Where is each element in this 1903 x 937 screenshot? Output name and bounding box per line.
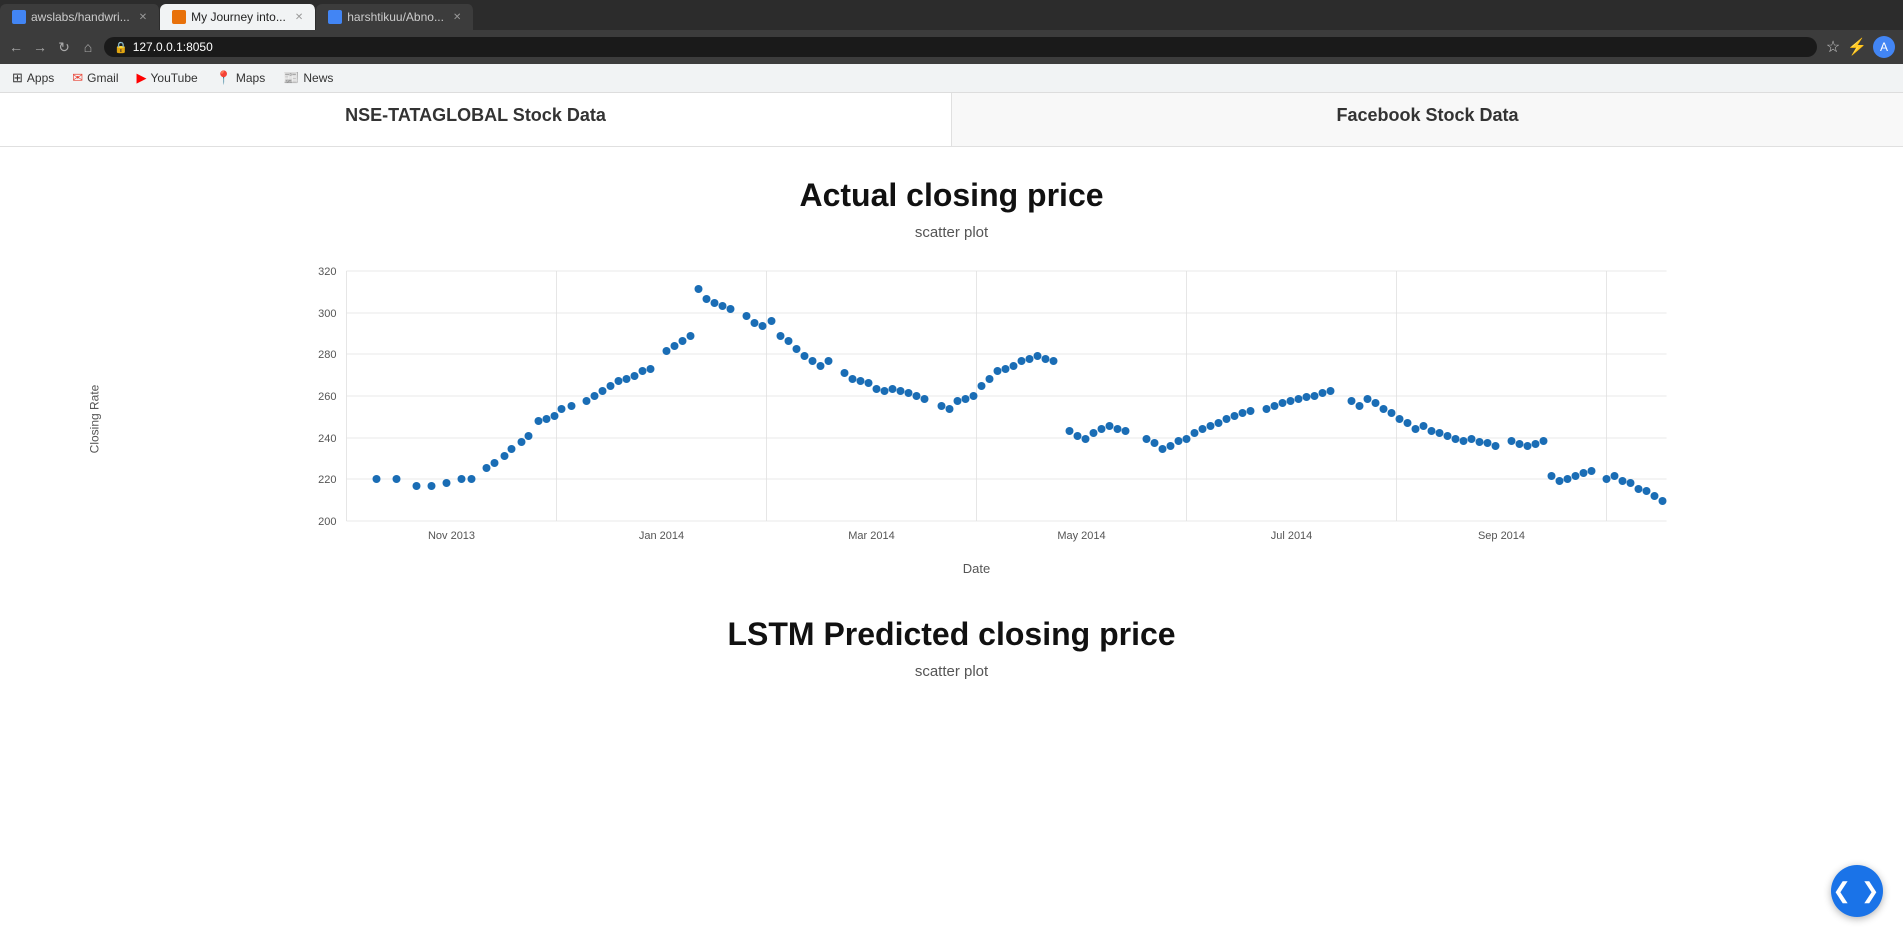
chart-wrapper: Closing Rate bbox=[60, 261, 1843, 576]
maps-icon: 📍 bbox=[216, 70, 232, 86]
nav-right-label: Facebook Stock Data bbox=[1336, 105, 1518, 126]
tab-close-awslabs[interactable]: ✕ bbox=[139, 12, 147, 23]
main-content: Actual closing price scatter plot Closin… bbox=[0, 147, 1903, 730]
svg-text:220: 220 bbox=[318, 474, 336, 486]
section1-title: Actual closing price bbox=[60, 177, 1843, 214]
svg-text:280: 280 bbox=[318, 349, 336, 361]
extensions-icon[interactable]: ⚡ bbox=[1849, 39, 1865, 55]
svg-text:240: 240 bbox=[318, 433, 336, 445]
tab-label-harshtikuu: harshtikuu/Abno... bbox=[347, 10, 444, 24]
svg-text:200: 200 bbox=[318, 516, 336, 528]
youtube-label: YouTube bbox=[151, 71, 198, 85]
nav-left[interactable]: NSE-TATAGLOBAL Stock Data bbox=[0, 85, 952, 146]
tab-close-harshtikuu[interactable]: ✕ bbox=[453, 12, 461, 23]
forward-button[interactable]: → bbox=[32, 39, 48, 55]
nav-arrows-label: ❮ ❯ bbox=[1833, 878, 1882, 904]
bookmark-maps[interactable]: 📍 Maps bbox=[212, 68, 270, 88]
tab-favicon-awslabs bbox=[12, 10, 26, 24]
svg-text:Sep 2014: Sep 2014 bbox=[1478, 530, 1525, 542]
section-actual-closing: Actual closing price scatter plot Closin… bbox=[60, 177, 1843, 576]
svg-text:May 2014: May 2014 bbox=[1057, 530, 1105, 542]
nav-arrows[interactable]: ❮ ❯ bbox=[1831, 865, 1883, 917]
bookmarks-bar: ⊞ Apps ✉ Gmail ▶ YouTube 📍 Maps 📰 News bbox=[0, 64, 1903, 93]
tab-awslabs[interactable]: awslabs/handwri... ✕ bbox=[0, 4, 160, 30]
address-bar[interactable]: 🔒 127.0.0.1:8050 bbox=[104, 37, 1817, 57]
browser-tabs: awslabs/handwri... ✕ My Journey into... … bbox=[0, 0, 1903, 30]
bookmark-star[interactable]: ☆ bbox=[1825, 39, 1841, 55]
nav-header: NSE-TATAGLOBAL Stock Data Facebook Stock… bbox=[0, 85, 1903, 147]
page-content: NSE-TATAGLOBAL Stock Data Facebook Stock… bbox=[0, 85, 1903, 730]
tab-myjourney[interactable]: My Journey into... ✕ bbox=[160, 4, 316, 30]
tab-harshtikuu[interactable]: harshtikuu/Abno... ✕ bbox=[316, 4, 474, 30]
gmail-label: Gmail bbox=[87, 71, 118, 85]
svg-text:300: 300 bbox=[318, 308, 336, 320]
news-label: News bbox=[303, 71, 333, 85]
tab-close-myjourney[interactable]: ✕ bbox=[295, 12, 303, 23]
section2-subtitle: scatter plot bbox=[60, 663, 1843, 680]
section-lstm: LSTM Predicted closing price scatter plo… bbox=[60, 616, 1843, 680]
tab-label-awslabs: awslabs/handwri... bbox=[31, 10, 130, 24]
nav-left-label: NSE-TATAGLOBAL Stock Data bbox=[345, 105, 606, 126]
svg-text:260: 260 bbox=[318, 391, 336, 403]
bookmark-apps[interactable]: ⊞ Apps bbox=[8, 68, 58, 88]
tab-favicon-myjourney bbox=[172, 10, 186, 24]
svg-text:Jan 2014: Jan 2014 bbox=[639, 530, 684, 542]
news-icon: 📰 bbox=[283, 70, 299, 86]
svg-text:Jul 2014: Jul 2014 bbox=[1271, 530, 1313, 542]
reload-button[interactable]: ↻ bbox=[56, 39, 72, 55]
scatter-chart-1: 320 300 280 260 240 220 200 Nov 2013 Jan… bbox=[110, 261, 1843, 551]
profile-icon[interactable]: A bbox=[1873, 36, 1895, 58]
section2-title: LSTM Predicted closing price bbox=[60, 616, 1843, 653]
y-axis-label: Closing Rate bbox=[87, 384, 101, 453]
nav-right[interactable]: Facebook Stock Data bbox=[952, 85, 1903, 146]
tab-label-myjourney: My Journey into... bbox=[191, 10, 286, 24]
nav-arrows-button[interactable]: ❮ ❯ bbox=[1831, 865, 1883, 917]
gmail-icon: ✉ bbox=[72, 70, 83, 86]
apps-label: Apps bbox=[27, 71, 54, 85]
back-button[interactable]: ← bbox=[8, 39, 24, 55]
lock-icon: 🔒 bbox=[114, 41, 128, 54]
bookmark-news[interactable]: 📰 News bbox=[279, 68, 337, 88]
url-text: 127.0.0.1:8050 bbox=[133, 40, 213, 54]
tab-favicon-harshtikuu bbox=[328, 10, 342, 24]
home-button[interactable]: ⌂ bbox=[80, 39, 96, 55]
browser-nav: ← → ↻ ⌂ 🔒 127.0.0.1:8050 ☆ ⚡ A bbox=[0, 30, 1903, 64]
bookmark-youtube[interactable]: ▶ YouTube bbox=[133, 68, 202, 88]
svg-text:320: 320 bbox=[318, 266, 336, 278]
browser-chrome: awslabs/handwri... ✕ My Journey into... … bbox=[0, 0, 1903, 93]
section1-subtitle: scatter plot bbox=[60, 224, 1843, 241]
x-axis-label-1: Date bbox=[110, 561, 1843, 576]
bookmark-gmail[interactable]: ✉ Gmail bbox=[68, 68, 122, 88]
svg-text:Mar 2014: Mar 2014 bbox=[848, 530, 894, 542]
apps-icon: ⊞ bbox=[12, 70, 23, 86]
maps-label: Maps bbox=[236, 71, 265, 85]
svg-text:Nov 2013: Nov 2013 bbox=[428, 530, 475, 542]
youtube-icon: ▶ bbox=[137, 70, 147, 86]
